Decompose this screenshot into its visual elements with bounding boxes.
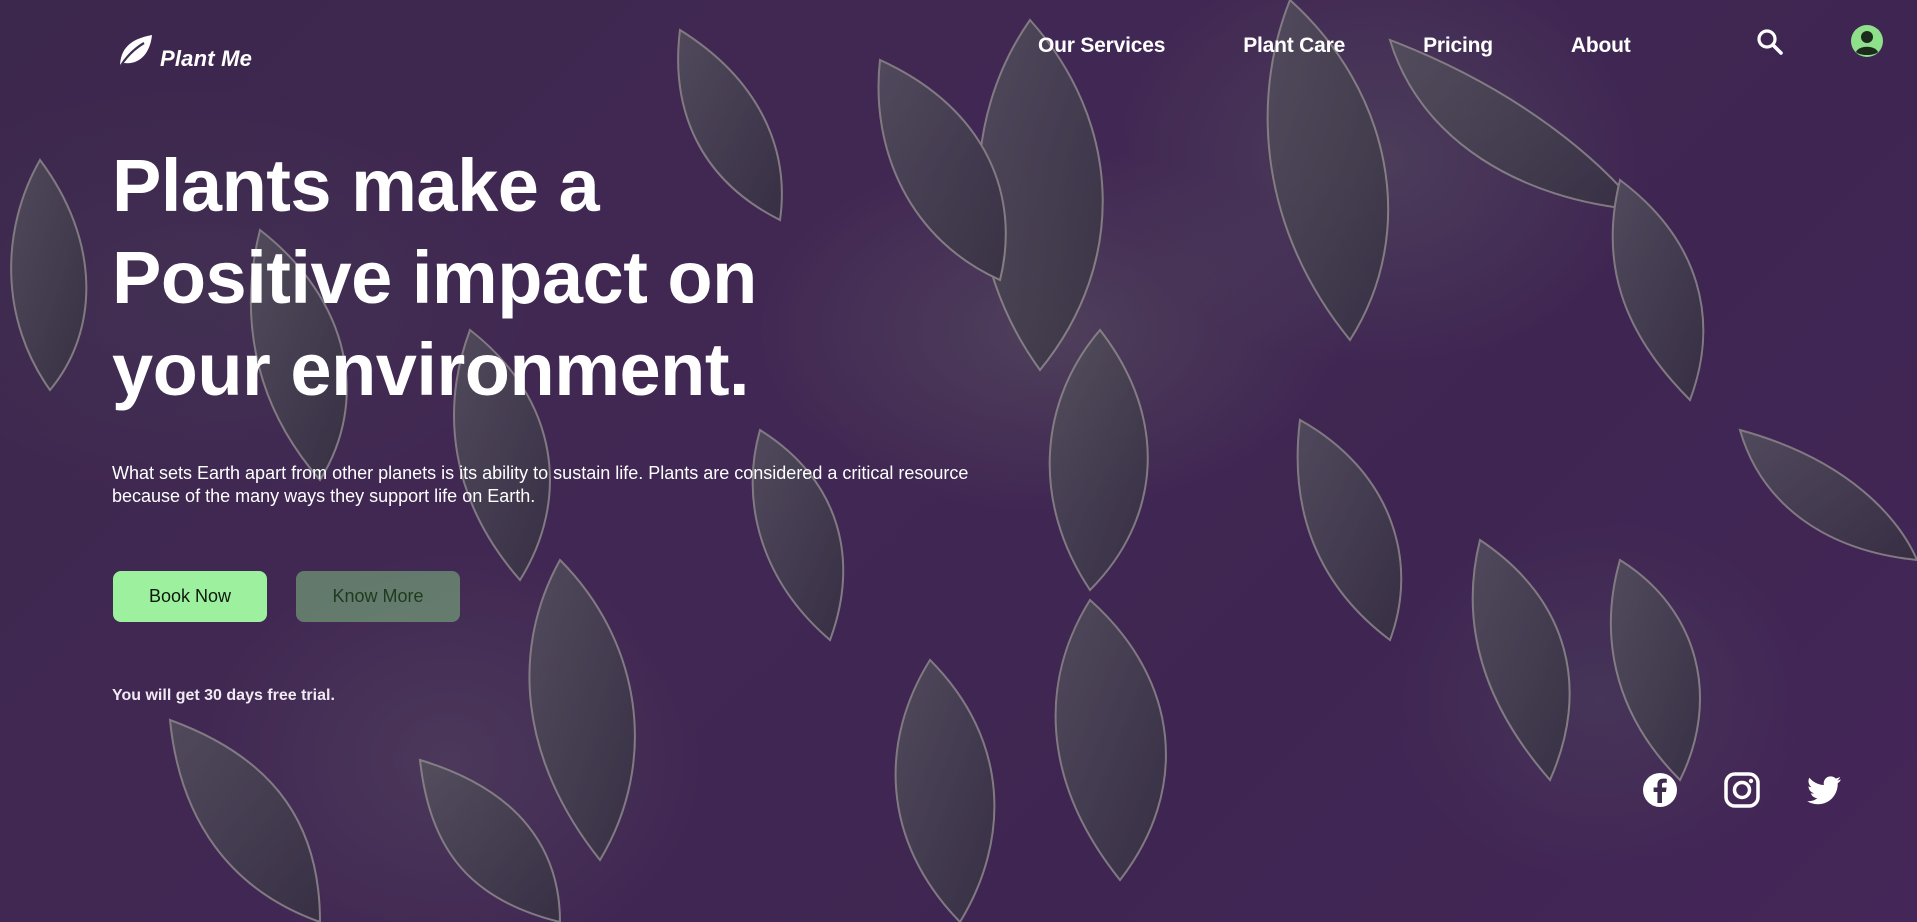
social-links <box>1640 770 1844 810</box>
instagram-icon[interactable] <box>1722 770 1762 810</box>
free-trial-note: You will get 30 days free trial. <box>112 687 335 704</box>
twitter-icon[interactable] <box>1804 770 1844 810</box>
main-nav: Our Services Plant Care Pricing About <box>1038 34 1631 58</box>
user-avatar-icon[interactable] <box>1850 24 1884 63</box>
nav-link-our-services[interactable]: Our Services <box>1038 34 1165 58</box>
headline-line-2: Positive impact on <box>112 236 757 319</box>
book-now-button[interactable]: Book Now <box>113 571 267 622</box>
hero-headline: Plants make a Positive impact on your en… <box>112 140 872 416</box>
leaf-icon <box>116 33 154 69</box>
purple-overlay <box>0 0 1917 922</box>
headline-line-1: Plants make a <box>112 144 600 227</box>
nav-link-plant-care[interactable]: Plant Care <box>1243 34 1345 58</box>
brand-logo[interactable]: Plant Me <box>116 30 252 72</box>
search-icon[interactable] <box>1756 28 1784 61</box>
headline-line-3: your environment. <box>112 328 750 411</box>
nav-link-about[interactable]: About <box>1571 34 1631 58</box>
brand-name: Plant Me <box>160 46 253 71</box>
facebook-icon[interactable] <box>1640 770 1680 810</box>
nav-link-pricing[interactable]: Pricing <box>1423 34 1493 58</box>
know-more-button[interactable]: Know More <box>296 571 460 622</box>
hero-section: Plant Me Our Services Plant Care Pricing… <box>0 0 1917 922</box>
hero-description: What sets Earth apart from other planets… <box>112 463 969 506</box>
